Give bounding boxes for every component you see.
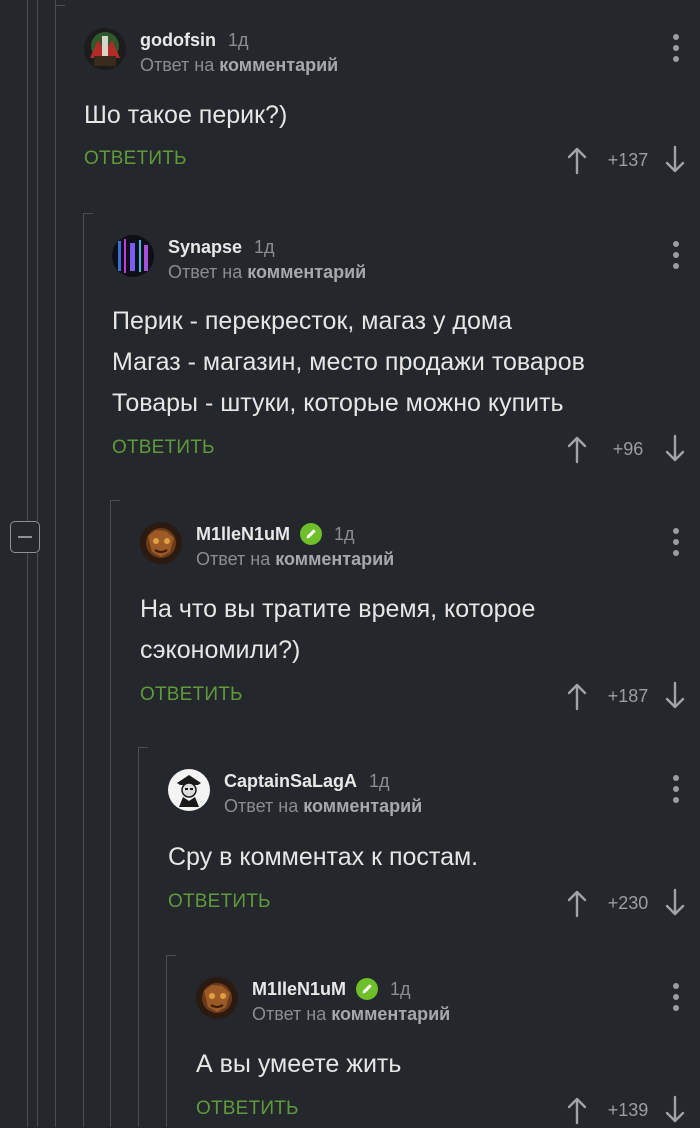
comment: godofsin 1д Ответ на комментарий Шо тако… (84, 28, 700, 178)
arrow-down-icon[interactable] (664, 434, 686, 464)
avatar[interactable] (84, 28, 126, 70)
vote-score: +96 (612, 438, 644, 459)
thread-line (138, 747, 139, 1127)
reply-to-link[interactable]: комментарий (219, 55, 338, 75)
vote-score: +230 (607, 892, 649, 913)
reply-to: Ответ на комментарий (168, 262, 367, 282)
comment-line: Шо такое перик?) (84, 101, 288, 129)
thread-line (83, 213, 93, 214)
arrow-down-icon[interactable] (664, 888, 686, 918)
reply-button[interactable]: ОТВЕТИТЬ (168, 891, 271, 913)
thread-line (27, 553, 28, 1127)
reply-to-link[interactable]: комментарий (303, 796, 422, 816)
comment: Synapse 1д Ответ на комментарий Перик - … (112, 235, 700, 475)
reply-button[interactable]: ОТВЕТИТЬ (112, 437, 215, 459)
comment-time: 1д (369, 770, 390, 791)
thread-line (55, 5, 65, 6)
comment-line: Магаз - магазин, место продажи товаров (112, 348, 585, 376)
thread-line (138, 747, 148, 748)
avatar[interactable] (140, 522, 182, 564)
avatar[interactable] (196, 977, 238, 1019)
comment: M1lleN1uM 1д Ответ на комментарий А вы у… (196, 977, 700, 1127)
reply-button[interactable]: ОТВЕТИТЬ (84, 148, 187, 170)
arrow-down-icon[interactable] (664, 681, 686, 711)
arrow-up-icon[interactable] (566, 145, 588, 175)
more-vert-icon[interactable] (668, 773, 684, 805)
reply-button[interactable]: ОТВЕТИТЬ (196, 1098, 299, 1120)
collapse-thread-button[interactable] (10, 521, 40, 553)
comment-line: Сру в комментах к постам. (168, 843, 479, 871)
reply-to: Ответ на комментарий (196, 549, 395, 569)
thread-line (166, 955, 176, 956)
avatar[interactable] (168, 769, 210, 811)
reply-button[interactable]: ОТВЕТИТЬ (140, 684, 243, 706)
thread-line (83, 213, 84, 1127)
reply-to-link[interactable]: комментарий (247, 262, 366, 282)
more-vert-icon[interactable] (668, 981, 684, 1013)
pencil-badge-icon (300, 523, 323, 545)
arrow-up-icon[interactable] (566, 434, 588, 464)
comment-line: Товары - штуки, которые можно купить (112, 389, 564, 417)
vote-score: +187 (607, 685, 649, 706)
more-vert-icon[interactable] (668, 526, 684, 558)
comment-text: Перик - перекресток, магаз у дома Магаз … (112, 301, 585, 424)
reply-to: Ответ на комментарий (140, 55, 339, 75)
reply-to: Ответ на комментарий (252, 1004, 451, 1024)
thread-line (166, 955, 167, 1127)
thread-line (37, 0, 38, 521)
comment-time: 1д (254, 236, 275, 257)
arrow-up-icon[interactable] (566, 681, 588, 711)
reply-to: Ответ на комментарий (224, 796, 423, 816)
comment-time: 1д (227, 29, 249, 50)
arrow-up-icon[interactable] (566, 888, 588, 918)
comment: CaptainSaLagA 1д Ответ на комментарий Ср… (168, 769, 700, 929)
arrow-down-icon[interactable] (664, 1095, 686, 1125)
arrow-down-icon[interactable] (664, 145, 686, 175)
vote-score: +137 (607, 149, 649, 170)
more-vert-icon[interactable] (668, 239, 684, 271)
comment-text: Сру в комментах к постам. (168, 837, 478, 878)
vote-score: +139 (607, 1099, 649, 1120)
thread-line (27, 0, 28, 521)
comment-line: На что вы тратите время, которое (140, 595, 536, 623)
author-name[interactable]: M1lleN1uM (196, 524, 290, 545)
author-name[interactable]: CaptainSaLagA (224, 771, 357, 792)
thread-line (55, 0, 56, 1127)
reply-to-link[interactable]: комментарий (275, 549, 394, 569)
reply-to-link[interactable]: комментарий (331, 1004, 450, 1024)
comment-line: А вы умеете жить (196, 1050, 402, 1078)
comment-text: Шо такое перик?) (84, 95, 287, 136)
comment-time: 1д (334, 523, 355, 544)
comment-line: Перик - перекресток, магаз у дома (112, 307, 513, 335)
thread-line (110, 500, 120, 501)
comment: M1lleN1uM 1д Ответ на комментарий На что… (140, 522, 700, 722)
avatar[interactable] (112, 235, 154, 277)
pencil-badge-icon (356, 978, 379, 1000)
arrow-up-icon[interactable] (566, 1095, 588, 1125)
comment-time: 1д (390, 978, 411, 999)
thread-line (37, 553, 38, 1127)
thread-line (110, 500, 111, 1127)
comment-text: На что вы тратите время, которое сэконом… (140, 589, 535, 671)
comment-line: сэкономили?) (140, 636, 301, 664)
more-vert-icon[interactable] (668, 32, 684, 64)
author-name[interactable]: M1lleN1uM (252, 979, 346, 1000)
author-name[interactable]: Synapse (168, 237, 242, 258)
comment-text: А вы умеете жить (196, 1044, 401, 1085)
author-name[interactable]: godofsin (140, 30, 216, 51)
